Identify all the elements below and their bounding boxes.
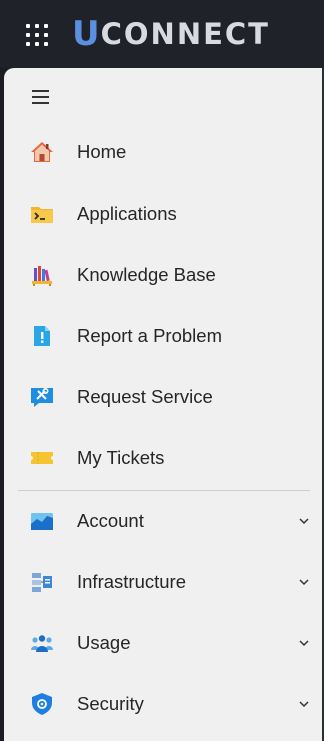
chevron-down-icon[interactable] <box>296 635 312 651</box>
sidebar-item-request-service[interactable]: Request Service <box>4 371 322 423</box>
sidebar-section-label: Infrastructure <box>77 571 186 592</box>
ticket-icon <box>30 446 54 470</box>
service-tools-icon <box>30 385 54 409</box>
chevron-down-icon[interactable] <box>296 513 312 529</box>
brand-logo[interactable]: U CONNECT <box>72 16 270 52</box>
infrastructure-icon <box>30 570 54 594</box>
hamburger-menu-icon[interactable] <box>32 90 50 104</box>
brand-logo-u: U <box>72 14 100 54</box>
top-bar: U CONNECT <box>0 0 324 68</box>
sidebar-section-usage[interactable]: Usage <box>4 617 322 669</box>
chevron-down-icon[interactable] <box>296 696 312 712</box>
sidebar-item-label: My Tickets <box>77 447 165 468</box>
report-document-icon <box>30 324 54 348</box>
users-group-icon <box>30 631 54 655</box>
sidebar-item-knowledge-base[interactable]: Knowledge Base <box>4 249 322 301</box>
sidebar-item-label: Request Service <box>77 386 213 407</box>
sidebar-section-infrastructure[interactable]: Infrastructure <box>4 556 322 608</box>
chevron-down-icon[interactable] <box>296 574 312 590</box>
sidebar-divider <box>18 490 310 491</box>
sidebar-item-applications[interactable]: Applications <box>4 188 322 240</box>
sidebar: Home Applications Knowledge Base Report … <box>4 68 322 741</box>
app-launcher-icon[interactable] <box>26 24 48 46</box>
sidebar-section-account[interactable]: Account <box>4 495 322 547</box>
sidebar-item-home[interactable]: Home <box>4 126 322 178</box>
brand-logo-text: CONNECT <box>100 17 270 51</box>
sidebar-item-label: Home <box>77 141 127 162</box>
sidebar-item-label: Applications <box>77 203 177 224</box>
books-icon <box>30 263 54 287</box>
sidebar-item-report-a-problem[interactable]: Report a Problem <box>4 310 322 362</box>
sidebar-section-security[interactable]: Security <box>4 678 322 730</box>
sidebar-section-label: Security <box>77 693 144 714</box>
sidebar-item-my-tickets[interactable]: My Tickets <box>4 432 322 484</box>
app-window: U CONNECT Home Applications Knowledge Ba… <box>0 0 324 741</box>
terminal-folder-icon <box>30 202 54 226</box>
home-icon <box>30 140 54 164</box>
account-chart-icon <box>30 509 54 533</box>
sidebar-section-label: Account <box>77 510 144 531</box>
sidebar-item-label: Knowledge Base <box>77 264 216 285</box>
sidebar-section-label: Usage <box>77 632 131 653</box>
shield-icon <box>30 692 54 716</box>
sidebar-item-label: Report a Problem <box>77 325 222 346</box>
